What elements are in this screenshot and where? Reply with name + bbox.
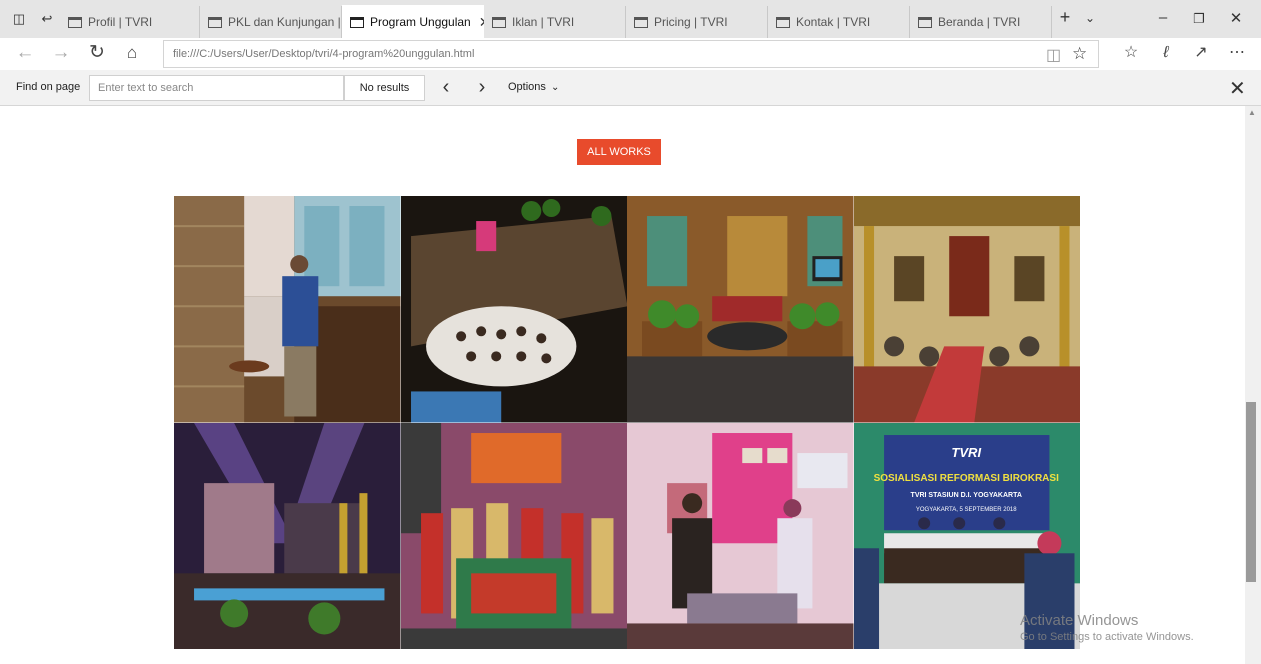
banner-line2: TVRI STASIUN D.I. YOGYAKARTA: [910, 492, 1021, 499]
program-gallery: TVRI SOSIALISASI REFORMASI BIROKRASI TVR…: [174, 196, 1080, 649]
minimize-icon[interactable]: –: [1153, 9, 1173, 26]
new-tab-icon[interactable]: +: [1055, 7, 1075, 28]
find-next-icon[interactable]: ›: [474, 76, 490, 98]
tab-label: Program Unggulan: [370, 15, 471, 29]
page-icon: [634, 16, 648, 28]
favorite-star-icon[interactable]: ☆: [1072, 44, 1087, 64]
gallery-photo[interactable]: [627, 422, 854, 649]
tab-profil[interactable]: Profil | TVRI: [60, 6, 200, 38]
tab-preview-icon[interactable]: ◫: [10, 11, 28, 27]
page-icon: [918, 16, 932, 28]
tab-label: PKL dan Kunjungan | TV: [228, 15, 341, 29]
tab-beranda[interactable]: Beranda | TVRI: [910, 6, 1052, 38]
tab-pricing[interactable]: Pricing | TVRI: [626, 6, 768, 38]
tab-pkl[interactable]: PKL dan Kunjungan | TV: [200, 6, 342, 38]
forward-icon[interactable]: →: [50, 42, 72, 66]
page-icon: [492, 16, 506, 28]
tab-iklan[interactable]: Iklan | TVRI: [484, 6, 626, 38]
tab-strip: ◫ ↩ Profil | TVRI PKL dan Kunjungan | TV…: [0, 0, 1261, 39]
tab-label: Kontak | TVRI: [796, 15, 871, 29]
tab-list-chevron-icon[interactable]: ⌄: [1080, 11, 1100, 25]
address-bar[interactable]: file:///C:/Users/User/Desktop/tvri/4-pro…: [163, 40, 1099, 68]
page-viewport: ALL WORKS TVRI SOSIALISASI REFORMASI BIR…: [0, 106, 1245, 664]
banner-brand: TVRI: [951, 445, 981, 460]
find-bar: Find on page No results ‹ › Options ⌄ ✕: [0, 70, 1261, 106]
back-icon[interactable]: ←: [14, 42, 36, 66]
restore-icon[interactable]: ❐: [1189, 11, 1209, 27]
scroll-up-arrow-icon[interactable]: ▲: [1248, 108, 1256, 117]
gallery-photo[interactable]: [853, 196, 1080, 423]
watermark-subtitle: Go to Settings to activate Windows.: [1020, 631, 1194, 643]
banner-line3: YOGYAKARTA, 5 SEPTEMBER 2018: [915, 507, 1016, 513]
page-icon: [208, 16, 222, 28]
pen-notes-icon[interactable]: ℓ: [1155, 42, 1177, 66]
activate-windows-watermark: Activate Windows Go to Settings to activ…: [1020, 612, 1194, 643]
set-aside-tabs-icon[interactable]: ↩: [38, 11, 56, 27]
page-icon: [350, 16, 364, 28]
tab-program-unggulan[interactable]: Program Unggulan ✕: [342, 5, 484, 39]
tab-label: Iklan | TVRI: [512, 15, 575, 29]
all-works-button[interactable]: ALL WORKS: [577, 139, 661, 165]
gallery-photo[interactable]: [400, 196, 627, 423]
banner-line1: SOSIALISASI REFORMASI BIROKRASI: [873, 473, 1059, 484]
find-search-input[interactable]: [89, 75, 344, 101]
find-options-menu[interactable]: Options ⌄: [508, 81, 559, 93]
tab-label: Profil | TVRI: [88, 15, 153, 29]
navigation-bar: ← → ↻ ⌂ file:///C:/Users/User/Desktop/tv…: [0, 38, 1261, 70]
tab-label: Beranda | TVRI: [938, 15, 1021, 29]
watermark-title: Activate Windows: [1020, 612, 1139, 629]
page-icon: [68, 16, 82, 28]
reading-view-icon[interactable]: ◫: [1046, 45, 1061, 65]
favorites-icon[interactable]: ☆: [1120, 42, 1142, 66]
tab-kontak[interactable]: Kontak | TVRI: [768, 6, 910, 38]
share-icon[interactable]: ↗: [1190, 42, 1212, 66]
scrollbar-thumb[interactable]: [1246, 402, 1256, 582]
gallery-photo[interactable]: [174, 422, 401, 649]
home-icon[interactable]: ⌂: [121, 42, 143, 66]
more-menu-icon[interactable]: ⋯: [1226, 42, 1248, 66]
find-previous-icon[interactable]: ‹: [438, 76, 454, 98]
address-url: file:///C:/Users/User/Desktop/tvri/4-pro…: [173, 48, 475, 60]
gallery-photo[interactable]: [627, 196, 854, 423]
find-label: Find on page: [16, 81, 81, 93]
close-window-icon[interactable]: ✕: [1226, 9, 1246, 27]
find-close-icon[interactable]: ✕: [1229, 76, 1246, 101]
gallery-photo[interactable]: [174, 196, 401, 423]
page-icon: [776, 16, 790, 28]
gallery-photo[interactable]: [400, 422, 627, 649]
chevron-down-icon: ⌄: [550, 82, 560, 93]
find-options-label: Options: [508, 81, 546, 93]
refresh-icon[interactable]: ↻: [86, 42, 108, 66]
tab-label: Pricing | TVRI: [654, 15, 728, 29]
find-results-count: No results: [344, 75, 425, 101]
